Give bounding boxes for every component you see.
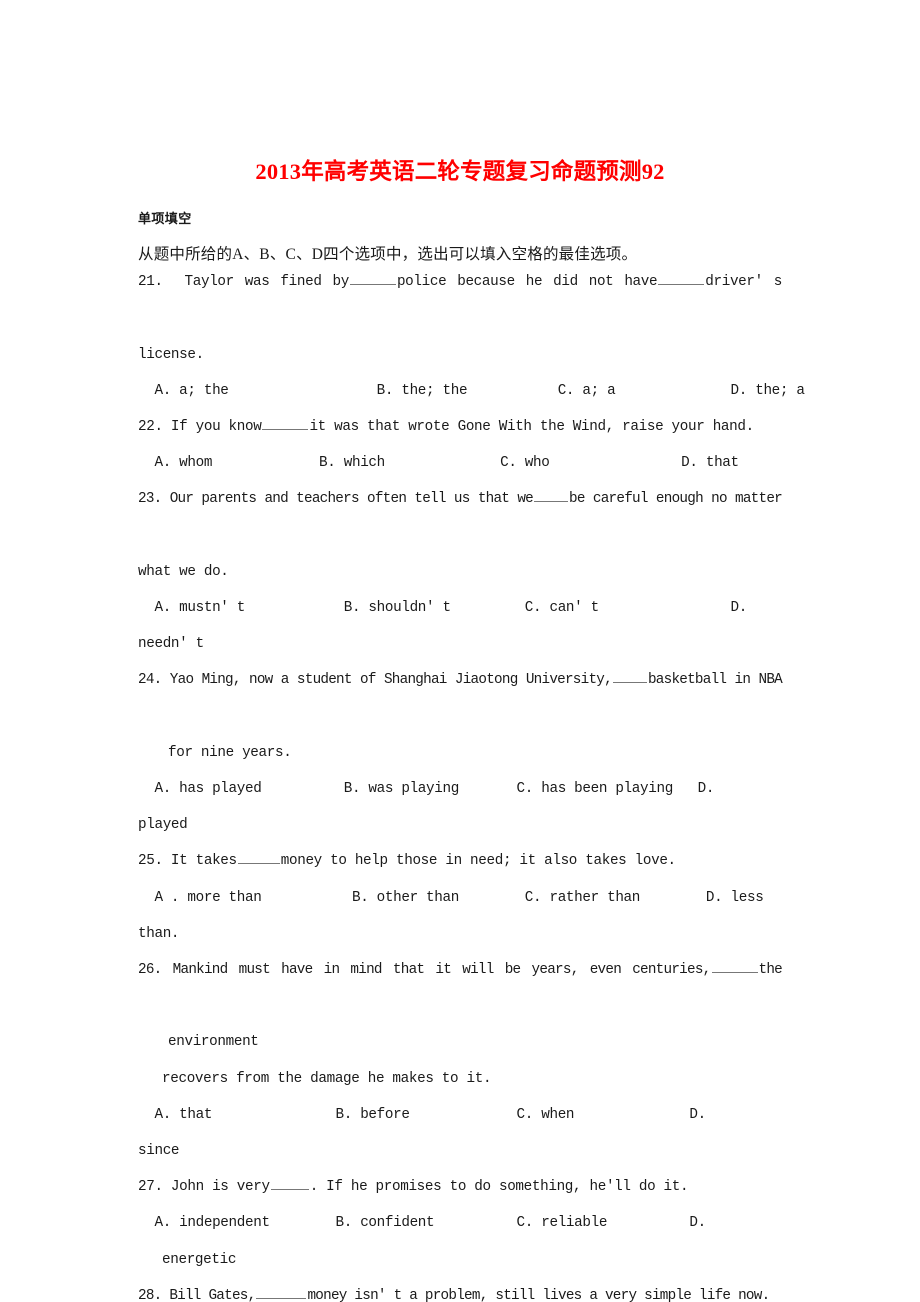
instruction-text: 从题中所给的A、B、C、D四个选项中，选出可以填入空格的最佳选项。 (138, 245, 638, 263)
question-21: 21. Taylor was fined by police because he… (138, 264, 805, 409)
question-24: 24. Yao Ming, now a student of Shanghai … (138, 662, 783, 843)
question-stem: 23. Our parents and teachers often tell … (138, 481, 783, 553)
question-options[interactable]: A. a; the B. the; the C. a; a D. the; a (138, 373, 804, 409)
question-stem-part1: 22. If you know (138, 419, 262, 435)
question-options-overflow[interactable]: than. (138, 916, 782, 952)
question-stem-continued: what we do. (138, 563, 229, 580)
question-stem: 27. John is very . If he promises to do s… (138, 1169, 782, 1205)
answer-blank[interactable] (237, 850, 280, 865)
question-options[interactable]: A. whom B. which C. who D. that (138, 445, 782, 481)
question-stem-continued: for nine years. (168, 744, 292, 761)
question-stem-part1: 25. It takes (138, 853, 237, 870)
question-stem-part2: . If he promises to do something, he'll … (309, 1179, 689, 1196)
question-28: 28. Bill Gates, money isn' t a problem, s… (138, 1278, 782, 1302)
question-stem: 25. It takes money to help those in need;… (138, 843, 782, 879)
question-stem-part3: driver' s (705, 274, 782, 291)
answer-blank[interactable] (349, 271, 396, 286)
question-stem: 28. Bill Gates, money isn' t a problem, s… (138, 1278, 782, 1302)
page-title: 2013年高考英语二轮专题复习命题预测92 (255, 159, 665, 184)
question-stem-part2: it was that wrote Gone With the Wind, ra… (309, 419, 754, 435)
question-stem: 21. Taylor was fined by police because he… (138, 264, 782, 336)
question-stem: 26. Mankind must have in mind that it wi… (138, 952, 783, 1024)
question-stem-part2: money to help those in need; it also tak… (280, 853, 676, 870)
section-heading: 单项填空 (138, 212, 192, 227)
question-stem-continued: license. (138, 346, 204, 363)
question-22: 22. If you know it was that wrote Gone Wi… (138, 409, 782, 481)
question-options[interactable]: A. has played B. was playing C. has been… (138, 771, 782, 807)
question-stem-part2: basketball in NBA (647, 672, 783, 689)
answer-blank[interactable] (612, 669, 647, 684)
answer-blank[interactable] (658, 271, 705, 286)
question-stem-continued-2: recovers from the damage he makes to it. (162, 1070, 492, 1087)
question-stem-part1: 23. Our parents and teachers often tell … (138, 491, 534, 508)
question-26: 26. Mankind must have in mind that it wi… (138, 952, 783, 1169)
question-stem-part1: 21. Taylor was fined by (138, 274, 349, 291)
answer-blank[interactable] (262, 416, 309, 430)
answer-blank[interactable] (270, 1176, 309, 1191)
question-stem: 24. Yao Ming, now a student of Shanghai … (138, 662, 783, 734)
question-stem-part1: 28. Bill Gates, (138, 1287, 256, 1302)
question-options-overflow[interactable]: played (138, 807, 782, 843)
question-stem-part2: be careful enough no matter (569, 491, 783, 508)
question-23: 23. Our parents and teachers often tell … (138, 481, 783, 662)
question-stem: 22. If you know it was that wrote Gone Wi… (138, 409, 782, 445)
question-stem-part2: money isn' t a problem, still lives a ve… (307, 1287, 770, 1302)
question-stem-part1: 27. John is very (138, 1179, 270, 1196)
question-options[interactable]: A. mustn' t B. shouldn' t C. can' t D. (138, 590, 782, 626)
question-stem-part2: police because he did not have (396, 274, 658, 291)
question-25: 25. It takes money to help those in need;… (138, 843, 782, 952)
answer-blank[interactable] (256, 1285, 307, 1299)
question-stem-part1: 24. Yao Ming, now a student of Shanghai … (138, 672, 613, 689)
question-stem-part1: 26. Mankind must have in mind that it wi… (138, 962, 711, 979)
question-27: 27. John is very . If he promises to do s… (138, 1169, 782, 1278)
question-options[interactable]: A. that B. before C. when D. (138, 1097, 782, 1133)
answer-blank[interactable] (534, 488, 569, 503)
question-options[interactable]: A . more than B. other than C. rather th… (138, 880, 782, 916)
document-page: 2013年高考英语二轮专题复习命题预测92 单项填空 从题中所给的A、B、C、D… (0, 0, 920, 1302)
question-options[interactable]: A. independent B. confident C. reliable … (138, 1205, 782, 1241)
question-options-overflow[interactable]: energetic (138, 1242, 782, 1278)
document-content: 2013年高考英语二轮专题复习命题预测92 单项填空 从题中所给的A、B、C、D… (138, 0, 805, 1302)
answer-blank[interactable] (711, 959, 758, 974)
question-stem-continued: environment (168, 1034, 259, 1051)
question-options-overflow[interactable]: needn' t (138, 626, 782, 662)
question-stem-part2: the (758, 962, 783, 979)
question-options-overflow[interactable]: since (138, 1133, 782, 1169)
